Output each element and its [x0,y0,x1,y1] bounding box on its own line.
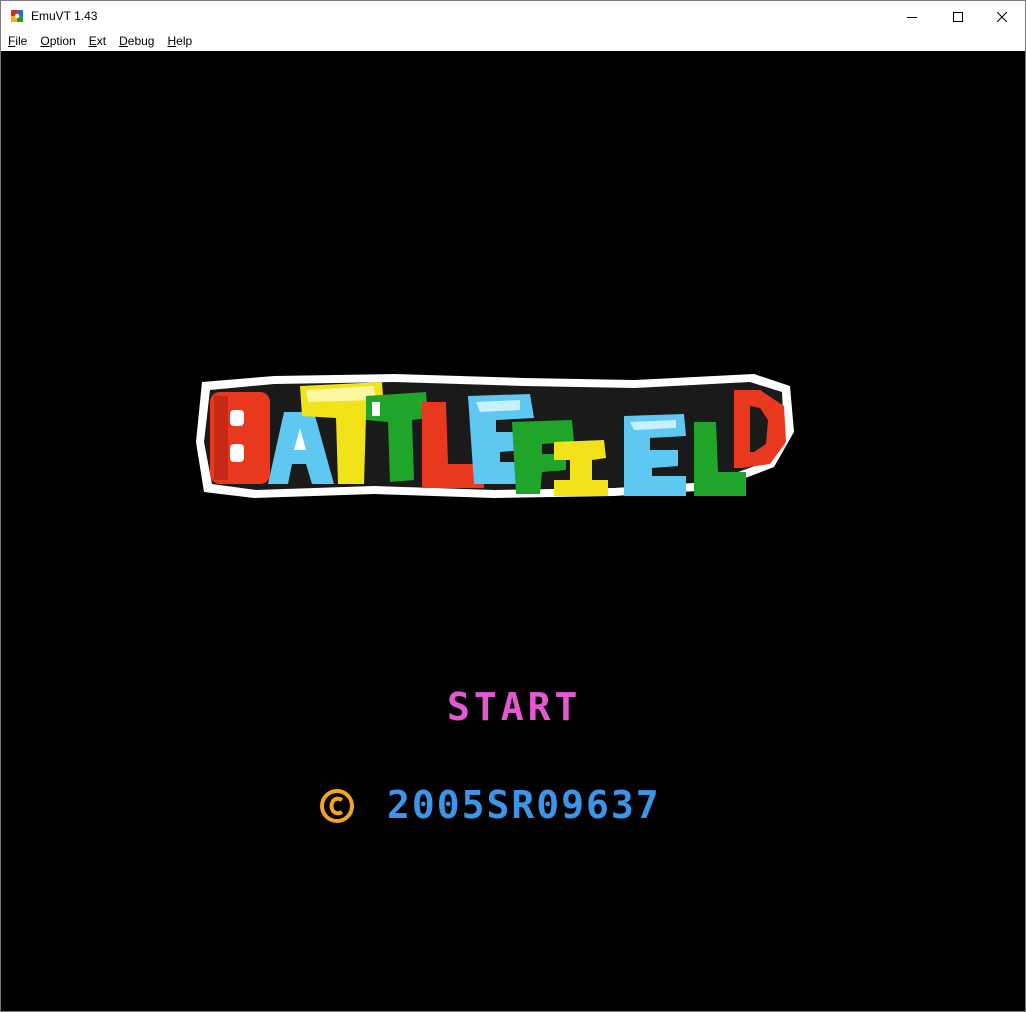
logo-letter-b [210,392,270,484]
emuvt-app-icon [11,10,23,22]
window-title: EmuVT 1.43 [31,9,98,23]
logo-letter-e2 [624,414,686,496]
close-button[interactable] [979,1,1025,32]
app-window: EmuVT 1.43 File Option Ext Debug Help ST… [0,0,1026,1012]
menu-option[interactable]: Option [33,32,81,51]
battlefield-logo [196,374,794,498]
maximize-icon [953,11,963,22]
serial-number: 2005SR09637 [387,783,661,827]
copyright-icon [320,789,354,823]
menu-file[interactable]: File [1,32,33,51]
menu-help[interactable]: Help [160,32,198,51]
minimize-icon [907,16,917,18]
menu-debug[interactable]: Debug [112,32,160,51]
emulator-screen[interactable]: START 2005SR09637 [1,51,1025,1011]
minimize-button[interactable] [889,1,935,32]
menu-ext[interactable]: Ext [82,32,112,51]
menu-bar: File Option Ext Debug Help [1,32,1025,51]
title-bar[interactable]: EmuVT 1.43 [1,1,1025,32]
start-option[interactable]: START [447,687,581,727]
maximize-button[interactable] [935,1,981,32]
close-icon [997,11,1007,22]
